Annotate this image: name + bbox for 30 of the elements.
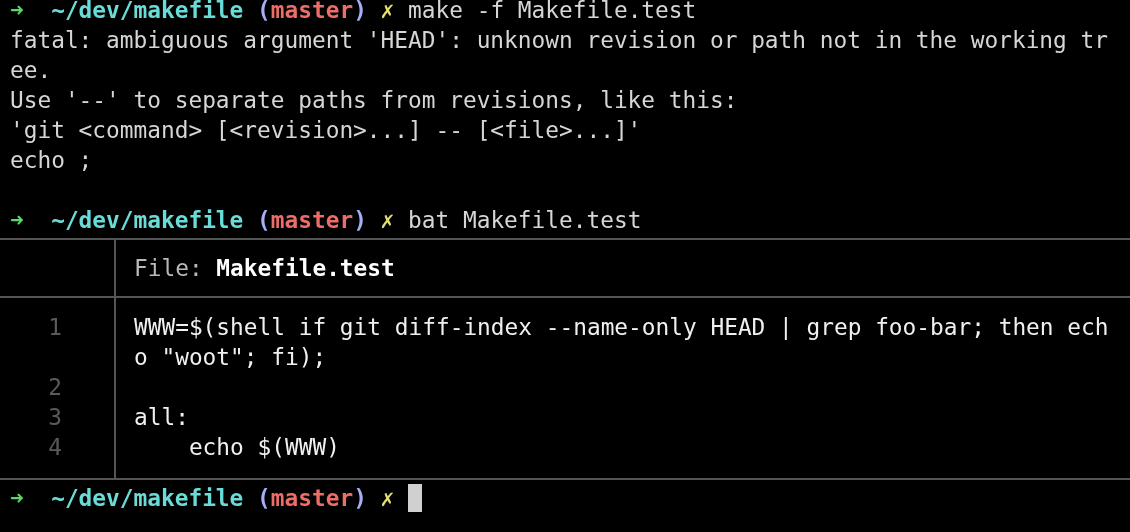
output-line: Use '--' to separate paths from revisions, like this: [10, 86, 739, 115]
command-text: make -f Makefile.test [408, 0, 697, 25]
file-name: Makefile.test [216, 254, 395, 283]
line-number: 3 [48, 403, 62, 432]
prompt-path: ~/dev/makefile [51, 0, 244, 25]
code-line: all: [134, 403, 190, 432]
text-cursor [408, 484, 423, 512]
dirty-mark: ✗ [380, 206, 395, 235]
file-header-label: File: [134, 254, 203, 283]
command-text: bat Makefile.test [408, 206, 642, 235]
prompt-path: ~/dev/makefile [51, 206, 244, 235]
code-line: o "woot"; fi); [134, 343, 328, 372]
line-number: 2 [48, 373, 62, 402]
output-line: ee. [10, 56, 53, 85]
output-line: 'git <command> [<revision>...] -- [<file>...]' [10, 116, 643, 145]
line-number: 4 [48, 433, 62, 462]
code-line: WWW=$(shell if git diff-index --name-only HEAD | grep foo-bar; then ech [134, 313, 1109, 342]
prompt-arrow: ➜ [10, 484, 24, 513]
prompt-arrow: ➜ [10, 0, 24, 25]
git-branch-label: (master) [257, 0, 367, 25]
git-branch-label: (master) [257, 484, 367, 513]
prompt-arrow: ➜ [10, 206, 24, 235]
dirty-mark: ✗ [380, 484, 395, 513]
git-branch-label: (master) [257, 206, 367, 235]
dirty-mark: ✗ [380, 0, 395, 25]
line-number: 1 [48, 313, 62, 342]
output-line: echo ; [10, 146, 94, 175]
prompt-path: ~/dev/makefile [51, 484, 244, 513]
output-line: fatal: ambiguous argument 'HEAD': unknown revision or path not in the working tr [10, 26, 1109, 55]
code-line: echo $(WWW) [187, 433, 341, 462]
